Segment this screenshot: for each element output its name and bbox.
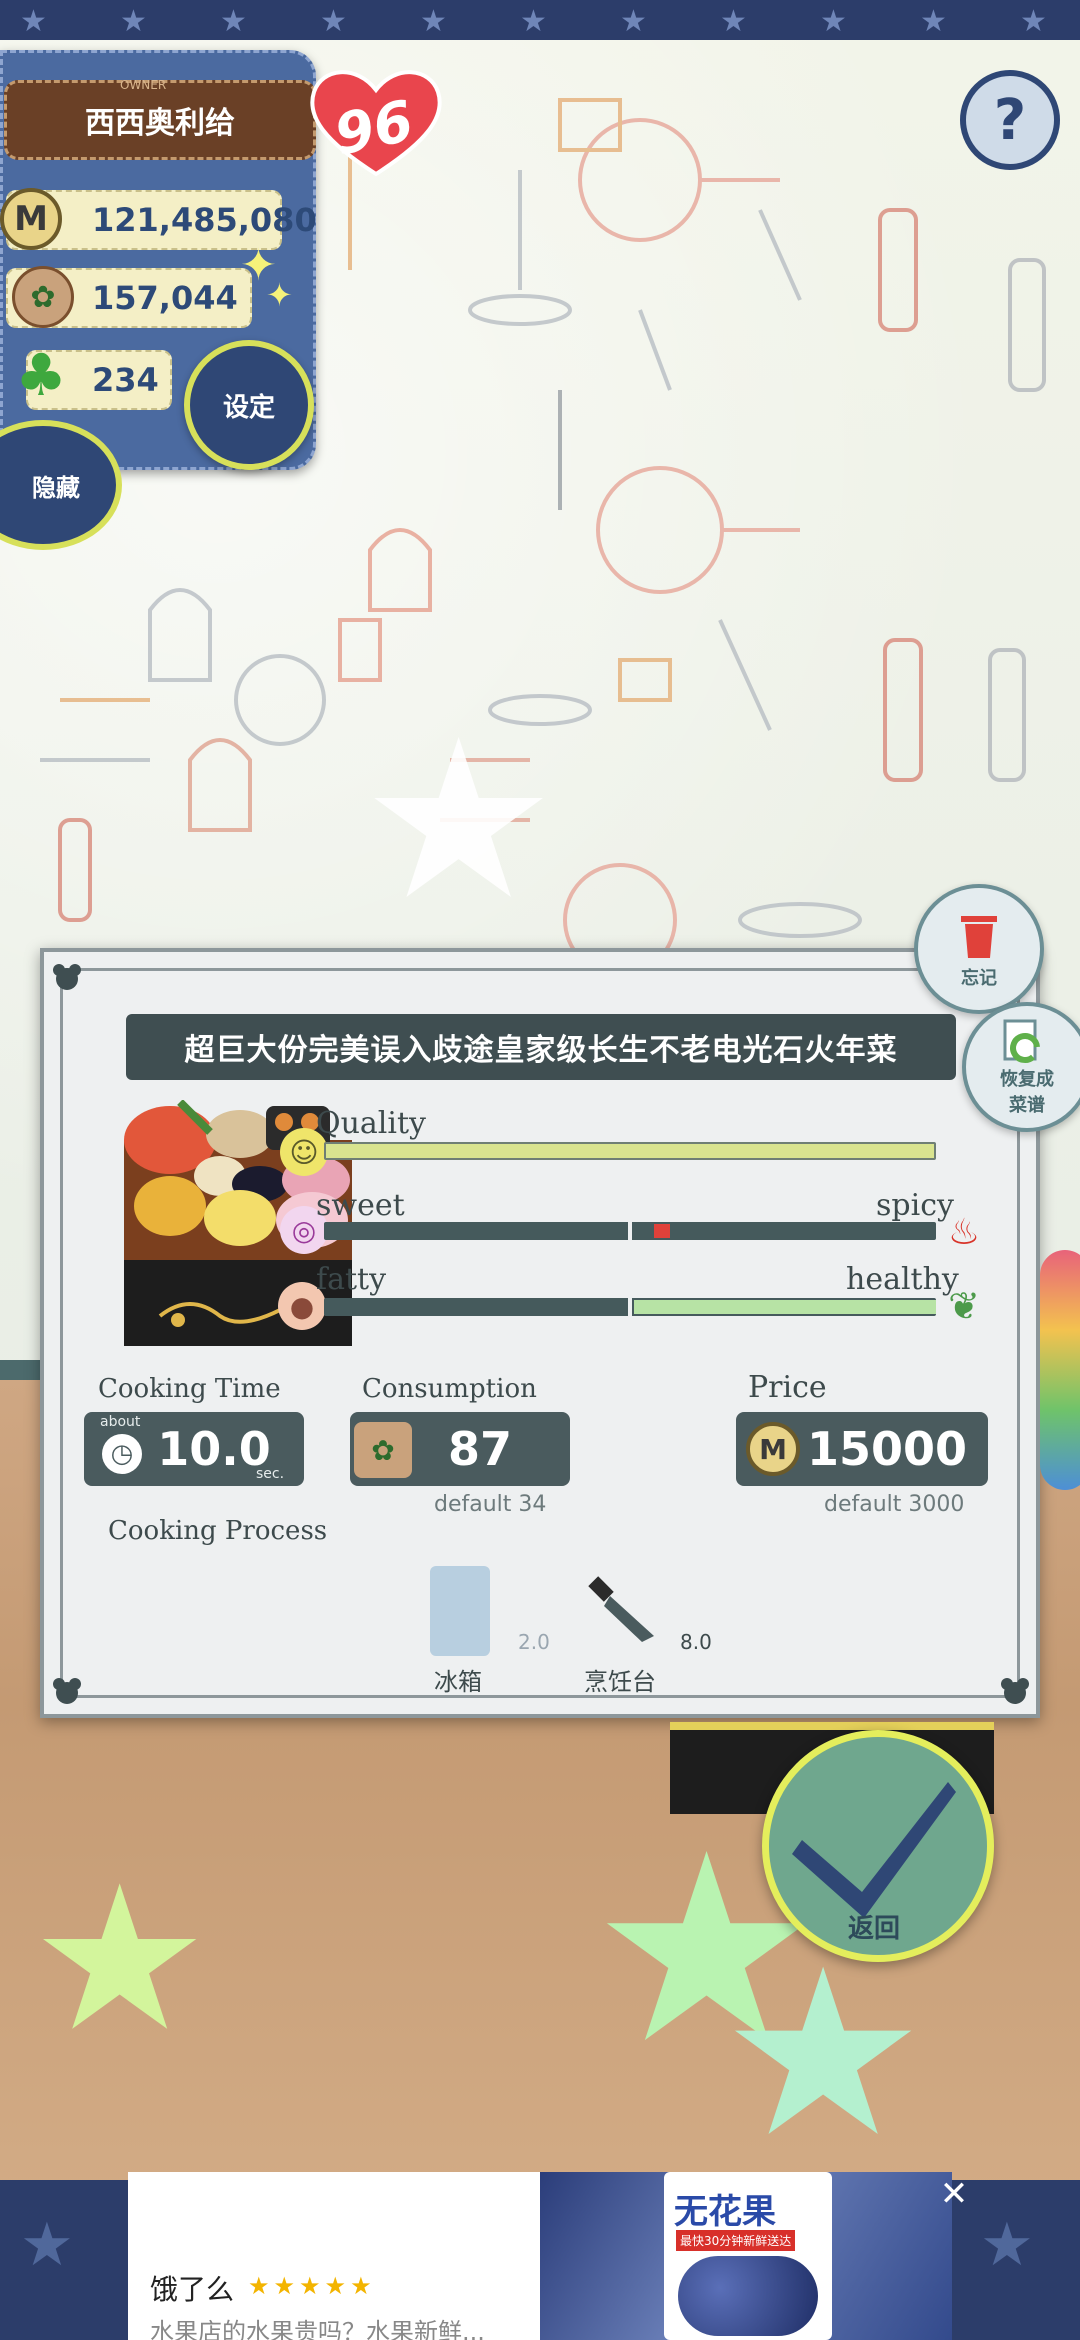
clover-value: 234 [92,361,159,399]
help-icon: ? [993,87,1027,153]
bear-corner-icon [53,1678,81,1704]
settings-label: 设定 [222,392,275,423]
white-star-decoration: ★ [360,692,558,948]
cooking-time-unit: sec. [256,1466,285,1482]
restore-document-icon [1003,1019,1040,1064]
forget-recipe-button[interactable]: 忘记 [914,884,1044,1014]
green-star-decoration: ★ [720,1921,927,2188]
green-star-decoration: ★ [30,1843,210,2076]
restore-recipe-button[interactable]: 恢复成 菜谱 [962,1002,1080,1132]
quality-label: Quality [316,1106,426,1141]
process-step-name: 烹饪台 [584,1668,656,1696]
top-star-strip: ★ ★ ★ ★ ★ ★ ★ ★ ★ ★ ★ [0,0,1080,40]
fatty-label: fatty [316,1262,387,1297]
chili-pepper-icon: ♨ [947,1211,981,1253]
hide-label: 隐藏 [32,473,80,502]
taste-bar-center [628,1222,632,1240]
cooking-time-label: Cooking Time [98,1374,281,1404]
consumption-default: default 34 [434,1492,547,1517]
help-button[interactable]: ? [960,70,1060,170]
owner-name-plate[interactable]: 西西奥利给 [4,80,316,160]
quality-bar [324,1142,936,1160]
price-label: Price [748,1370,827,1405]
fridge-icon [430,1566,490,1656]
quality-bar-fill [326,1144,934,1158]
health-bar-fill [634,1300,936,1314]
consumption-label: Consumption [362,1374,537,1404]
recipe-title: 超巨大份完美误入歧途皇家级长生不老电光石火年菜 [184,1033,898,1068]
rainbow-decoration [1040,1250,1080,1490]
ad-rating-stars: ★★★★★ [248,2272,376,2300]
sparkle-icon: ✦ [266,276,293,314]
health-bar-center [628,1298,632,1316]
bear-corner-icon [53,964,81,990]
knife-icon [588,1576,654,1642]
coin-icon: M [746,1422,800,1476]
ad-close-icon[interactable]: ✕ [936,2176,972,2212]
owner-tag: OWNER [120,78,167,92]
taste-marker [654,1224,670,1238]
cooking-process-label: Cooking Process [108,1516,328,1546]
coin-icon: M [0,188,62,250]
sweet-label: sweet [316,1188,405,1223]
consumption-value: 87 [447,1422,512,1476]
recipe-title-banner: 超巨大份完美误入歧途皇家级长生不老电光石火年菜 [126,1014,956,1080]
ad-product-subtitle: 最快30分钟新鲜送达 [676,2230,796,2251]
ad-product-card: 无花果 最快30分钟新鲜送达 [664,2172,832,2340]
basket-icon: ✿ [354,1422,412,1478]
ad-product-title: 无花果 [674,2192,776,2232]
ad-image[interactable]: 无花果 最快30分钟新鲜送达 ✕ [540,2172,968,2340]
money-value: 121,485,080 [92,201,317,239]
owner-name: 西西奥利给 [85,106,235,141]
return-label: 返回 [848,1914,901,1944]
bear-corner-icon [1001,1678,1029,1704]
price-default: default 3000 [824,1492,965,1517]
ad-title: 饿了么 [150,2273,235,2306]
taste-bar [324,1222,936,1240]
ingredient-basket-icon: ✿ [12,266,74,328]
health-bar [324,1298,936,1316]
process-step-time: 2.0 [518,1630,550,1654]
ad-banner[interactable]: 饿了么 ★★★★★ 水果店的水果贵吗？水果新鲜... 无花果 最快30分钟新鲜送… [128,2172,968,2340]
price-value: 15000 [806,1422,968,1476]
blueberry-image [678,2256,818,2336]
ingredients-value: 157,044 [92,279,238,317]
settings-button[interactable]: 设定 [184,340,314,470]
process-step-time: 8.0 [680,1630,712,1654]
trash-icon [961,916,997,958]
forget-label: 忘记 [961,968,997,989]
healthy-label: healthy [846,1262,959,1297]
spicy-label: spicy [876,1188,954,1223]
leaf-icon: ❦ [948,1284,980,1328]
cooking-time-about: about [100,1414,141,1430]
recipe-dialog: 超巨大份完美误入歧途皇家级长生不老电光石火年菜 ☺ Quality ◎ swee… [40,948,1040,1718]
process-step-name: 冰箱 [434,1668,482,1696]
stopwatch-icon: ◷ [102,1434,142,1474]
ad-description: 水果店的水果贵吗？水果新鲜... [150,2318,485,2340]
restore-label-line1: 恢复成 [1000,1069,1054,1090]
clover-icon: ♣ [15,341,67,409]
restore-label-line2: 菜谱 [1009,1095,1045,1116]
cooking-time-value: 10.0 [157,1422,271,1476]
